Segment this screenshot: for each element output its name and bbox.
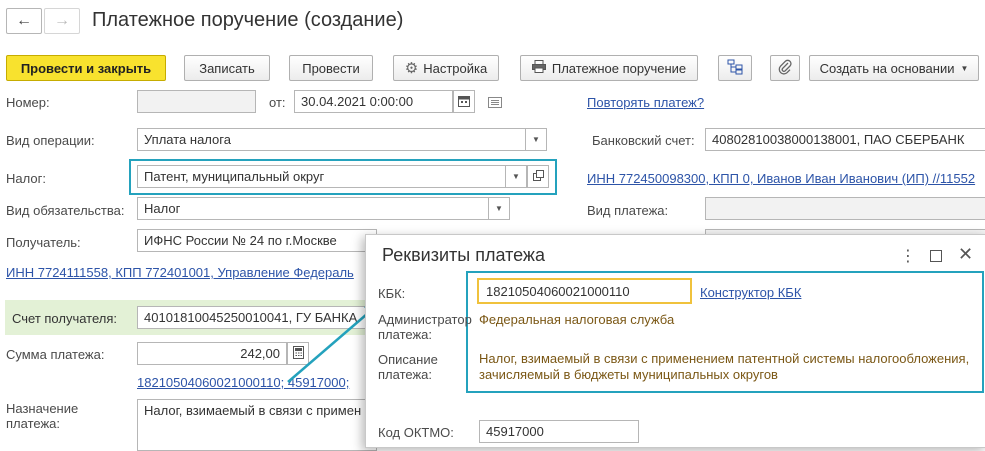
kbk-input[interactable]: 18210504060021000110 bbox=[477, 278, 692, 304]
arrow-right-icon: → bbox=[54, 12, 70, 29]
page-title: Платежное поручение (создание) bbox=[92, 9, 404, 31]
admin-label-line1: Администратор bbox=[378, 312, 472, 327]
dialog-title: Реквизиты платежа bbox=[382, 245, 545, 265]
settings-button[interactable]: ⚙ Настройка bbox=[393, 55, 499, 81]
obligation-label: Вид обязательства: bbox=[6, 203, 125, 218]
purpose-label-line1: Назначение bbox=[6, 401, 79, 416]
open-form-icon bbox=[532, 170, 544, 183]
kbk-label: КБК: bbox=[378, 286, 406, 301]
desc-label-line2: платежа: bbox=[378, 367, 432, 382]
tax-dropdown-button[interactable]: ▼ bbox=[505, 165, 527, 188]
obligation-select[interactable]: Налог bbox=[137, 197, 489, 220]
printer-icon bbox=[531, 60, 546, 76]
nav-forward-button[interactable]: → bbox=[44, 8, 80, 34]
nav-back-button[interactable]: ← bbox=[6, 8, 42, 34]
desc-label-line1: Описание bbox=[378, 352, 438, 367]
admin-label-line2: платежа: bbox=[378, 327, 432, 342]
amount-input[interactable]: 242,00 bbox=[137, 342, 287, 365]
obligation-dropdown-button[interactable]: ▼ bbox=[488, 197, 510, 220]
paperclip-icon bbox=[778, 59, 792, 78]
list-icon[interactable] bbox=[488, 96, 502, 111]
operation-label: Вид операции: bbox=[6, 133, 95, 148]
gear-icon: ⚙ bbox=[404, 60, 419, 77]
payment-kind-label: Вид платежа: bbox=[587, 203, 669, 218]
close-icon[interactable]: ✕ bbox=[958, 244, 973, 265]
more-vertical-icon[interactable]: ⋮ bbox=[900, 246, 916, 266]
chevron-down-icon: ▼ bbox=[495, 204, 503, 213]
recipient-select[interactable]: ИФНС России № 24 по г.Москве bbox=[137, 229, 377, 252]
tax-select[interactable]: Патент, муниципальный округ bbox=[137, 165, 506, 188]
repeat-payment-link[interactable]: Повторять платеж? bbox=[587, 95, 704, 110]
amount-label: Сумма платежа: bbox=[6, 347, 105, 362]
post-and-close-button[interactable]: Провести и закрыть bbox=[6, 55, 166, 81]
payment-order-label: Платежное поручение bbox=[551, 60, 687, 76]
recipient-label: Получатель: bbox=[6, 235, 81, 250]
settings-label: Настройка bbox=[423, 60, 488, 76]
oktmo-label: Код ОКТМО: bbox=[378, 425, 454, 440]
bank-account-label: Банковский счет: bbox=[592, 133, 695, 148]
bank-account-input[interactable]: 40802810038000138001, ПАО СБЕРБАНК bbox=[705, 128, 985, 151]
calendar-icon bbox=[458, 95, 470, 109]
operation-select[interactable]: Уплата налога bbox=[137, 128, 526, 151]
attachment-button[interactable] bbox=[770, 55, 800, 81]
save-button[interactable]: Записать bbox=[184, 55, 270, 81]
maximize-icon[interactable] bbox=[930, 250, 942, 262]
date-input[interactable]: 30.04.2021 0:00:00 bbox=[294, 90, 453, 113]
structure-icon bbox=[727, 59, 743, 78]
operation-dropdown-button[interactable]: ▼ bbox=[525, 128, 547, 151]
number-input[interactable] bbox=[137, 90, 256, 113]
admin-value: Федеральная налоговая служба bbox=[479, 312, 675, 327]
date-from-label: от: bbox=[269, 95, 286, 110]
tax-label: Налог: bbox=[6, 171, 46, 186]
purpose-label-line2: платежа: bbox=[6, 416, 60, 431]
desc-value-line1: Налог, взимаемый в связи с применением п… bbox=[479, 351, 970, 366]
recipient-account-label: Счет получателя: bbox=[12, 311, 118, 326]
payer-link[interactable]: ИНН 772450098300, КПП 0, Иванов Иван Ива… bbox=[587, 171, 975, 186]
payment-order-print-button[interactable]: Платежное поручение bbox=[520, 55, 698, 81]
oktmo-input[interactable]: 45917000 bbox=[479, 420, 639, 443]
kbk-constructor-link[interactable]: Конструктор КБК bbox=[700, 285, 801, 300]
payment-kind-input[interactable] bbox=[705, 197, 985, 220]
recipient-link[interactable]: ИНН 7724111558, КПП 772401001, Управлени… bbox=[6, 265, 354, 280]
number-label: Номер: bbox=[6, 95, 50, 110]
tax-open-button[interactable] bbox=[527, 165, 549, 188]
chevron-down-icon: ▼ bbox=[532, 135, 540, 144]
create-based-on-button[interactable]: Создать на основании ▼ bbox=[809, 55, 979, 81]
structure-button[interactable] bbox=[718, 55, 752, 81]
post-button[interactable]: Провести bbox=[289, 55, 373, 81]
chevron-down-icon: ▼ bbox=[512, 172, 520, 181]
arrow-left-icon: ← bbox=[16, 12, 32, 29]
desc-value-line2: зачисляемый в бюджеты муниципальных окру… bbox=[479, 367, 778, 382]
purpose-textarea[interactable]: Налог, взимаемый в связи с примен bbox=[137, 399, 377, 451]
create-based-label: Создать на основании bbox=[819, 60, 955, 76]
calendar-button[interactable] bbox=[453, 90, 475, 113]
payment-requisites-dialog: Реквизиты платежа ⋮ ✕ КБК: 1821050406002… bbox=[365, 234, 985, 448]
chevron-down-icon: ▼ bbox=[960, 63, 969, 73]
